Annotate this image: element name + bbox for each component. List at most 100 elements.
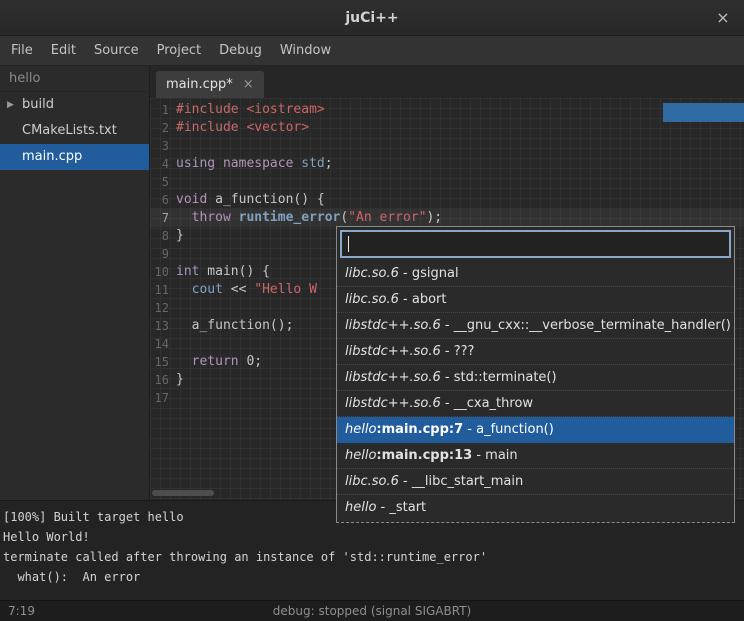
backtrace-segment: - std::terminate() <box>441 370 557 385</box>
line-number: 6 <box>150 191 176 209</box>
backtrace-item[interactable]: hello:main.cpp:13 - main <box>337 443 734 469</box>
code-token <box>176 282 192 297</box>
cursor-position: 7:19 <box>0 604 35 618</box>
tab-main-cpp[interactable]: main.cpp* × <box>156 71 264 98</box>
backtrace-segment: - _start <box>376 500 426 515</box>
code-token: 0; <box>239 354 262 369</box>
code-line[interactable]: 1#include <iostream> <box>150 101 744 119</box>
line-number: 14 <box>150 335 176 353</box>
code-token <box>215 156 223 171</box>
window-title: juCi++ <box>345 10 398 26</box>
code-line[interactable]: 3 <box>150 137 744 155</box>
backtrace-segment: libstdc++.so.6 <box>345 370 441 385</box>
file-tree: ▶ build CMakeLists.txt main.cpp <box>0 92 149 170</box>
backtrace-segment: - a_function() <box>463 422 554 437</box>
menu-window[interactable]: Window <box>271 36 340 66</box>
sidebar-item-build[interactable]: ▶ build <box>0 92 149 118</box>
code-token <box>176 354 192 369</box>
code-line[interactable]: 6void a_function() { <box>150 191 744 209</box>
project-sidebar: hello ▶buildCMakeLists.txtmain.cpp <box>0 66 150 500</box>
line-number: 3 <box>150 137 176 155</box>
menu-source[interactable]: Source <box>85 36 148 66</box>
line-number: 11 <box>150 281 176 299</box>
sidebar-item-cmakelists-txt[interactable]: CMakeLists.txt <box>0 118 149 144</box>
code-token: std <box>301 156 324 171</box>
code-text: #include <iostream> <box>176 101 744 119</box>
backtrace-segment: - ??? <box>441 344 475 359</box>
console-line: terminate called after throwing an insta… <box>3 547 744 567</box>
expander-icon[interactable]: ▶ <box>7 92 14 118</box>
menu-edit[interactable]: Edit <box>42 36 85 66</box>
backtrace-item[interactable]: libc.so.6 - __libc_start_main <box>337 469 734 495</box>
tab-close-icon[interactable]: × <box>243 77 254 92</box>
console-line: Hello World! <box>3 527 744 547</box>
code-token <box>176 210 192 225</box>
code-token <box>231 210 239 225</box>
backtrace-segment: - main <box>472 448 517 463</box>
sidebar-item-main-cpp[interactable]: main.cpp <box>0 144 149 170</box>
code-token: cout <box>192 282 223 297</box>
text-caret <box>348 236 349 252</box>
sidebar-item-label: CMakeLists.txt <box>22 123 117 138</box>
code-token: <iostream> <box>246 102 324 117</box>
line-number: 4 <box>150 155 176 173</box>
backtrace-segment: - gsignal <box>399 266 459 281</box>
line-number: 9 <box>150 245 176 263</box>
horizontal-scrollbar-thumb[interactable] <box>152 490 214 496</box>
line-number: 16 <box>150 371 176 389</box>
line-number: 10 <box>150 263 176 281</box>
backtrace-segment: - __libc_start_main <box>399 474 523 489</box>
backtrace-segment: - abort <box>399 292 447 307</box>
tab-label: main.cpp* <box>166 77 233 92</box>
statusbar: 7:19 debug: stopped (signal SIGABRT) <box>0 600 744 621</box>
backtrace-item[interactable]: libstdc++.so.6 - __cxa_throw <box>337 391 734 417</box>
code-token: namespace <box>223 156 293 171</box>
backtrace-item[interactable]: libc.so.6 - gsignal <box>337 261 734 287</box>
menu-debug[interactable]: Debug <box>210 36 271 66</box>
window-close-icon[interactable]: × <box>712 7 734 29</box>
app-window: juCi++ × FileEditSourceProjectDebugWindo… <box>0 0 744 621</box>
code-token: void <box>176 192 207 207</box>
menu-file[interactable]: File <box>2 36 42 66</box>
backtrace-segment: libc.so.6 <box>345 266 399 281</box>
code-line[interactable]: 4using namespace std; <box>150 155 744 173</box>
backtrace-item[interactable]: libstdc++.so.6 - __gnu_cxx::__verbose_te… <box>337 313 734 339</box>
line-number: 12 <box>150 299 176 317</box>
backtrace-item[interactable]: libc.so.6 - abort <box>337 287 734 313</box>
line-number: 15 <box>150 353 176 371</box>
backtrace-segment: :main.cpp:7 <box>376 422 463 437</box>
backtrace-segment: libstdc++.so.6 <box>345 318 441 333</box>
vertical-scrollbar-thumb[interactable] <box>663 103 744 122</box>
backtrace-item[interactable]: hello - _start <box>337 495 734 521</box>
backtrace-segment: - __gnu_cxx::__verbose_terminate_handler… <box>441 318 731 333</box>
backtrace-segment: libc.so.6 <box>345 292 399 307</box>
code-token: << <box>223 282 254 297</box>
menubar: FileEditSourceProjectDebugWindow <box>0 36 744 66</box>
code-line[interactable]: 5 <box>150 173 744 191</box>
menu-project[interactable]: Project <box>148 36 210 66</box>
code-line[interactable]: 7 throw runtime_error("An error"); <box>150 209 744 227</box>
backtrace-item[interactable]: hello:main.cpp:7 - a_function() <box>337 417 734 443</box>
code-token: throw <box>192 210 231 225</box>
code-text: void a_function() { <box>176 191 744 209</box>
backtrace-list: libc.so.6 - gsignallibc.so.6 - abortlibs… <box>337 261 734 522</box>
code-token: #include <box>176 120 239 135</box>
code-token: using <box>176 156 215 171</box>
debug-status: debug: stopped (signal SIGABRT) <box>273 604 471 618</box>
backtrace-item[interactable]: libstdc++.so.6 - std::terminate() <box>337 365 734 391</box>
code-token: ); <box>426 210 442 225</box>
backtrace-segment: libc.so.6 <box>345 474 399 489</box>
code-token: int <box>176 264 199 279</box>
backtrace-item[interactable]: libstdc++.so.6 - ??? <box>337 339 734 365</box>
backtrace-segment: hello <box>345 448 376 463</box>
sidebar-item-label: main.cpp <box>22 149 82 164</box>
code-token: "An error" <box>348 210 426 225</box>
sidebar-item-label: build <box>22 97 54 112</box>
popup-input-wrap <box>340 230 731 258</box>
titlebar[interactable]: juCi++ × <box>0 0 744 36</box>
code-line[interactable]: 2#include <vector> <box>150 119 744 137</box>
line-number: 8 <box>150 227 176 245</box>
code-text <box>176 137 744 155</box>
popup-search-input[interactable] <box>340 230 731 258</box>
code-token: return <box>192 354 239 369</box>
